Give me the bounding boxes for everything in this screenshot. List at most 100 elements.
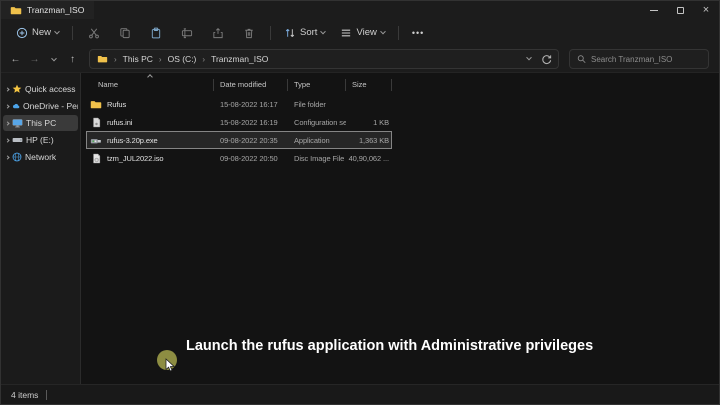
rename-button[interactable] [172, 24, 202, 42]
network-icon [12, 152, 22, 162]
file-type: File folder [288, 100, 346, 109]
sort-ascending-icon [147, 74, 153, 80]
title-bar: Tranzman_ISO × [1, 1, 719, 19]
forward-button[interactable]: → [26, 54, 43, 65]
new-button[interactable]: New [9, 24, 66, 42]
rename-icon [181, 27, 193, 39]
file-date: 15-08-2022 16:19 [214, 118, 288, 127]
star-icon [12, 84, 22, 94]
breadcrumb-os-c[interactable]: OS (C:) [168, 54, 197, 64]
back-button[interactable]: ← [7, 54, 24, 65]
recent-locations-button[interactable] [45, 54, 62, 65]
close-button[interactable]: × [693, 1, 719, 19]
cloud-icon [12, 102, 20, 110]
chevron-down-icon [51, 55, 57, 61]
divider [398, 26, 399, 40]
file-date: 15-08-2022 16:17 [214, 100, 288, 109]
breadcrumb-this-pc[interactable]: This PC [123, 54, 153, 64]
file-size: 40,90,062 ... [346, 154, 392, 163]
file-row-iso[interactable]: tzm_JUL2022.iso 09-08-2022 20:50 Disc Im… [86, 149, 392, 167]
view-icon [340, 27, 352, 39]
sidebar-item-hp-drive[interactable]: HP (E:) [3, 132, 78, 148]
sidebar-item-label: Network [25, 152, 56, 162]
explorer-tab[interactable]: Tranzman_ISO [1, 1, 94, 19]
sort-label: Sort [300, 27, 317, 38]
search-input[interactable] [591, 55, 701, 64]
maximize-button[interactable] [667, 1, 693, 19]
config-file-icon [90, 116, 102, 128]
address-bar: ← → ↑ › This PC › OS (C:) › Tranzman_ISO [1, 46, 719, 73]
delete-button[interactable] [234, 24, 264, 42]
status-bar: 4 items [1, 384, 719, 404]
file-size: 1,363 KB [346, 136, 392, 145]
column-headers: Name Date modified Type Size [86, 76, 719, 93]
file-name: Rufus [107, 100, 126, 109]
divider [72, 26, 73, 40]
cut-icon [88, 27, 100, 39]
column-header-date-modified[interactable]: Date modified [214, 79, 288, 91]
share-button[interactable] [203, 24, 233, 42]
breadcrumb-separator: › [112, 55, 119, 64]
search-icon [577, 54, 586, 64]
file-size: 1 KB [346, 118, 392, 127]
new-label: New [32, 27, 51, 38]
mouse-cursor-icon [165, 358, 176, 373]
breadcrumb-separator: › [157, 55, 164, 64]
file-type: Disc Image File [288, 154, 346, 163]
file-explorer-window: Tranzman_ISO × New [0, 0, 720, 405]
folder-icon [90, 98, 102, 110]
paste-button[interactable] [141, 24, 171, 42]
new-plus-icon [16, 27, 28, 39]
window-controls: × [641, 1, 719, 19]
view-button[interactable]: View [333, 24, 391, 42]
file-row-rufus-ini[interactable]: rufus.ini 15-08-2022 16:19 Configuration… [86, 113, 392, 131]
minimize-button[interactable] [641, 1, 667, 19]
up-button[interactable]: ↑ [64, 54, 81, 65]
expander-icon[interactable] [5, 87, 9, 91]
sort-button[interactable]: Sort [277, 24, 332, 42]
sidebar-item-quick-access[interactable]: Quick access [3, 81, 78, 97]
folder-icon [10, 4, 22, 16]
column-header-size[interactable]: Size [346, 79, 392, 91]
sidebar-item-label: This PC [26, 118, 56, 128]
sidebar-item-onedrive[interactable]: OneDrive - Persona [3, 98, 78, 114]
disc-image-icon [90, 152, 102, 164]
column-header-type[interactable]: Type [288, 79, 346, 91]
minimize-icon [650, 10, 658, 11]
share-icon [212, 27, 224, 39]
address-dropdown-icon[interactable] [526, 55, 532, 61]
copy-icon [119, 27, 131, 39]
breadcrumb-separator: › [200, 55, 207, 64]
expander-icon[interactable] [5, 138, 9, 142]
expander-icon[interactable] [5, 155, 9, 159]
sidebar-item-label: OneDrive - Persona [23, 101, 78, 111]
file-type: Application [288, 136, 346, 145]
copy-button[interactable] [110, 24, 140, 42]
search-box[interactable] [569, 49, 709, 69]
breadcrumb-current-folder[interactable]: Tranzman_ISO [211, 54, 268, 64]
tab-title: Tranzman_ISO [27, 5, 84, 15]
expander-icon[interactable] [5, 104, 9, 108]
file-date: 09-08-2022 20:50 [214, 154, 288, 163]
sidebar-item-this-pc[interactable]: This PC [3, 115, 78, 131]
chevron-down-icon [321, 28, 327, 34]
chevron-down-icon [54, 28, 60, 34]
close-icon: × [703, 5, 709, 16]
refresh-icon[interactable] [541, 54, 552, 65]
divider [270, 26, 271, 40]
cut-button[interactable] [79, 24, 109, 42]
folder-icon [96, 53, 108, 65]
sidebar-item-network[interactable]: Network [3, 149, 78, 165]
item-count: 4 items [11, 390, 38, 400]
navigation-pane: Quick access OneDrive - Persona This PC … [1, 73, 81, 384]
column-header-name[interactable]: Name [86, 79, 214, 91]
file-row-rufus-folder[interactable]: Rufus 15-08-2022 16:17 File folder [86, 95, 392, 113]
divider [46, 390, 47, 400]
more-options-button[interactable]: ••• [405, 25, 431, 41]
delete-icon [243, 27, 255, 39]
sort-icon [284, 27, 296, 39]
breadcrumb[interactable]: › This PC › OS (C:) › Tranzman_ISO [89, 49, 559, 69]
file-type: Configuration setti... [288, 118, 346, 127]
expander-icon[interactable] [5, 121, 9, 125]
file-row-rufus-exe[interactable]: rufus-3.20p.exe 09-08-2022 20:35 Applica… [86, 131, 392, 149]
